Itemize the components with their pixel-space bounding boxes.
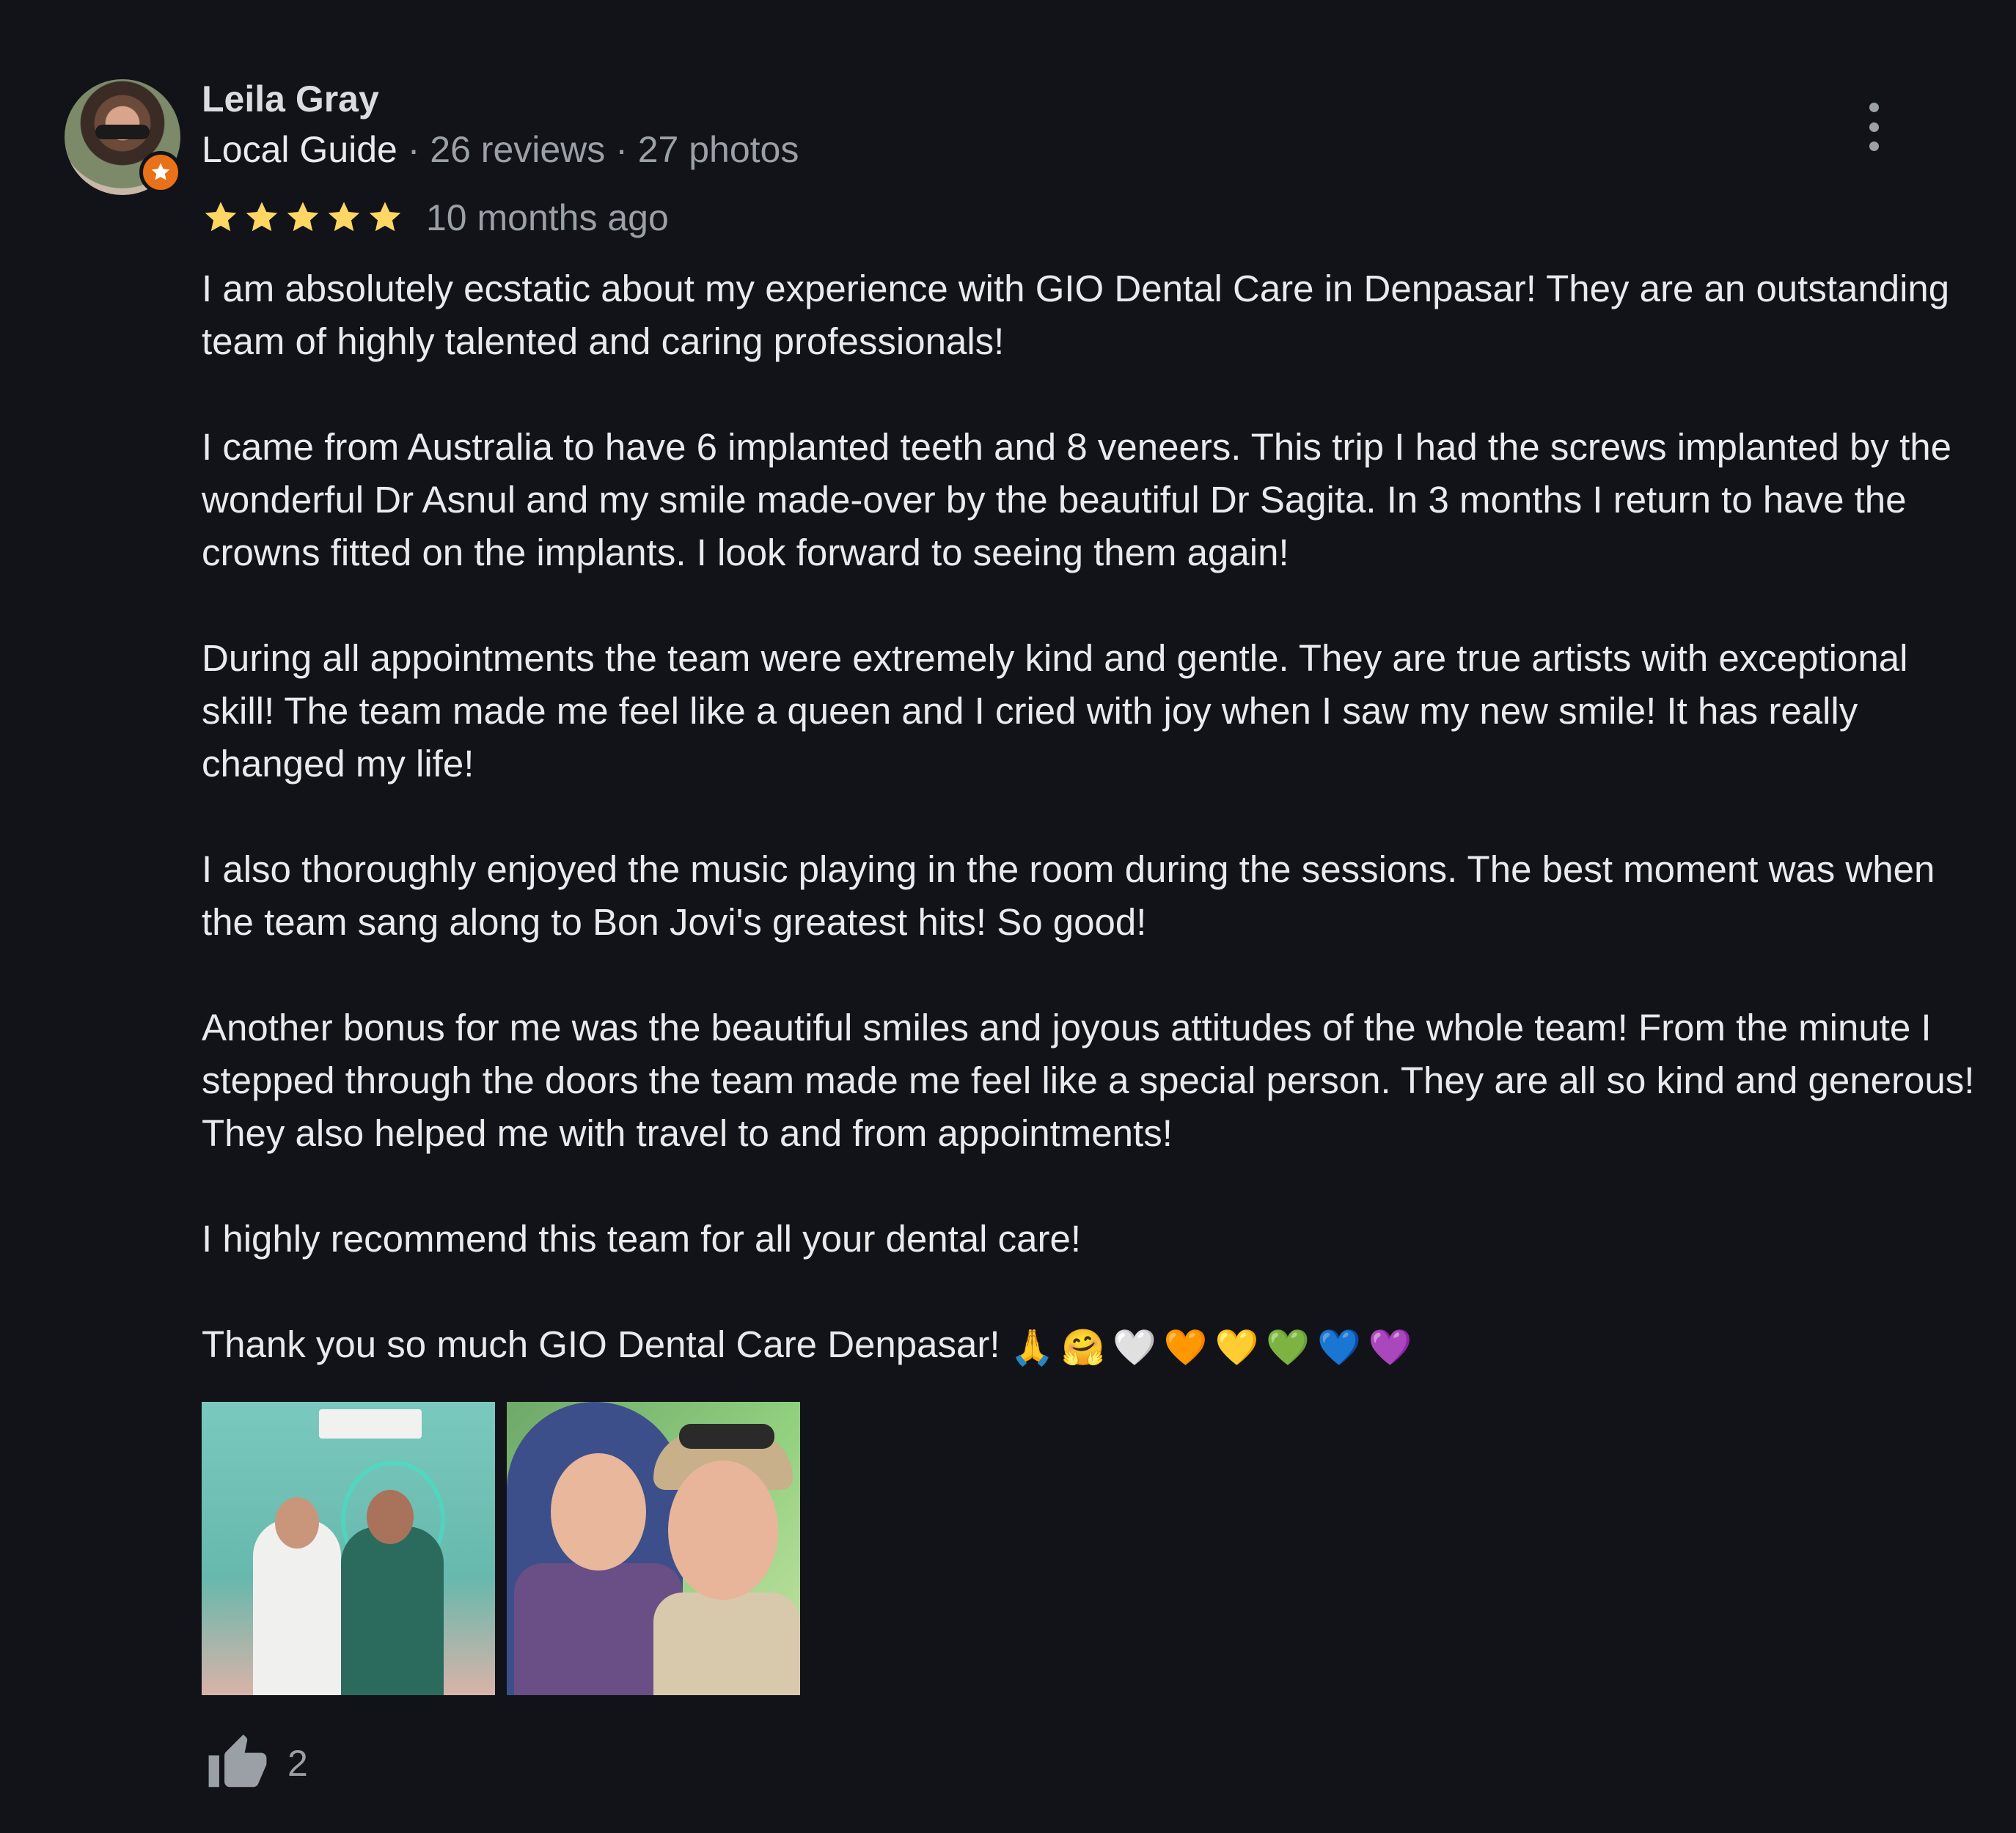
- purple-heart-emoji-icon: 💜: [1368, 1326, 1412, 1368]
- yellow-heart-emoji-icon: 💛: [1214, 1326, 1259, 1368]
- avatar-sunglasses: [95, 125, 150, 139]
- more-options-icon[interactable]: [1863, 103, 1885, 151]
- reviewer-meta: Local Guide · 26 reviews · 27 photos: [202, 128, 799, 171]
- photo-element: [341, 1527, 444, 1695]
- star-icon: [328, 202, 360, 232]
- hugging-face-emoji-icon: 🤗: [1061, 1326, 1106, 1368]
- reviewer-name[interactable]: Leila Gray: [202, 78, 379, 120]
- review-photo-selfie[interactable]: [507, 1402, 800, 1695]
- praying-hands-emoji-icon: 🙏: [1010, 1326, 1055, 1368]
- review-paragraph: Another bonus for me was the beautiful s…: [202, 1007, 1975, 1154]
- local-guide-label: Local Guide: [202, 129, 397, 170]
- review-paragraph: I am absolutely ecstatic about my experi…: [202, 268, 1950, 362]
- meta-separator: ·: [397, 129, 430, 170]
- local-guide-badge-icon: [139, 151, 182, 194]
- photo-element: [319, 1409, 422, 1439]
- photo-count: 27 photos: [637, 129, 799, 170]
- photo-element: [679, 1424, 774, 1449]
- dot: [1869, 103, 1879, 112]
- review-paragraph: I came from Australia to have 6 implante…: [202, 426, 1951, 573]
- review-time: 10 months ago: [426, 197, 669, 238]
- star-icon: [369, 202, 401, 232]
- meta-separator: ·: [605, 129, 638, 170]
- orange-heart-emoji-icon: 🧡: [1163, 1326, 1208, 1368]
- review-card: Leila Gray Local Guide · 26 reviews · 27…: [0, 0, 2016, 1833]
- photo-element: [668, 1461, 778, 1600]
- star-rating: [202, 199, 404, 237]
- photo-element: [367, 1490, 414, 1544]
- review-photo-clinic[interactable]: [202, 1402, 495, 1695]
- emoji-group: 🙏 🤗 🤍 🧡 💛 💚 💙 💜: [1011, 1321, 1420, 1374]
- review-closing: Thank you so much GIO Dental Care Denpas…: [202, 1323, 1000, 1365]
- review-count: 26 reviews: [430, 129, 606, 170]
- review-paragraph: I also thoroughly enjoyed the music play…: [202, 848, 1935, 943]
- star-icon: [246, 202, 278, 232]
- green-heart-emoji-icon: 💚: [1266, 1326, 1311, 1368]
- blue-heart-emoji-icon: 💙: [1317, 1326, 1361, 1368]
- review-paragraph: I highly recommend this team for all you…: [202, 1218, 1082, 1260]
- like-button[interactable]: 2: [204, 1732, 308, 1795]
- photo-element: [653, 1593, 800, 1695]
- photo-element: [551, 1453, 646, 1571]
- dot: [1869, 142, 1879, 151]
- photo-element: [275, 1497, 319, 1549]
- like-count: 2: [287, 1743, 308, 1784]
- review-closing-line: Thank you so much GIO Dental Care Denpas…: [202, 1318, 1976, 1374]
- thumbs-up-icon: [208, 1734, 267, 1788]
- dot: [1869, 122, 1879, 132]
- review-photos: [202, 1402, 800, 1695]
- white-heart-emoji-icon: 🤍: [1113, 1326, 1157, 1368]
- star-icon: [205, 202, 237, 232]
- star-icon: [287, 202, 319, 232]
- review-paragraph: During all appointments the team were ex…: [202, 637, 1908, 785]
- reviewer-avatar[interactable]: [65, 79, 182, 195]
- review-text: I am absolutely ecstatic about my experi…: [202, 262, 1976, 1427]
- rating-row: 10 months ago: [202, 192, 669, 243]
- star-badge-icon: [151, 163, 170, 180]
